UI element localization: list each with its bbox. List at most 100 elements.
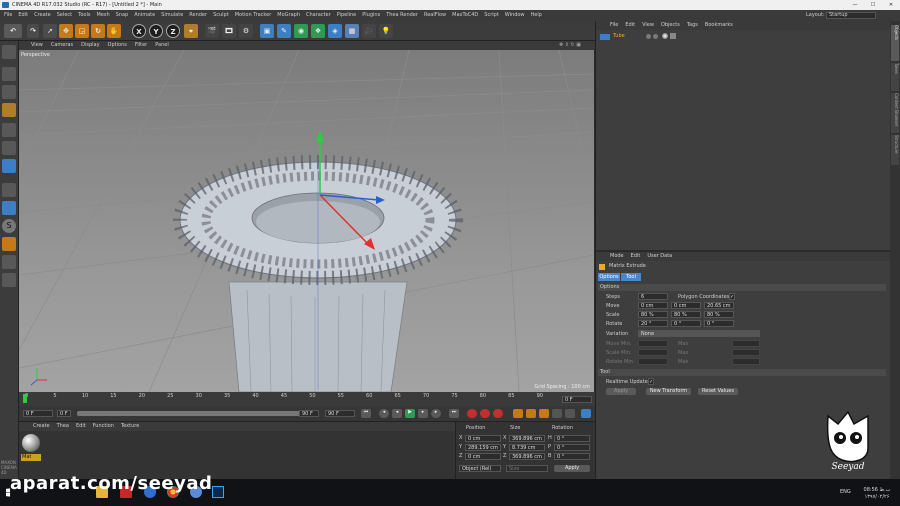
viewport-menu-view[interactable]: View <box>31 42 43 48</box>
model-mode-icon[interactable] <box>2 67 16 81</box>
viewport-menu-filter[interactable]: Filter <box>135 42 147 48</box>
clock-time[interactable]: 08:56 ب.ظ <box>862 487 892 493</box>
tab-tool[interactable]: Tool <box>621 273 641 281</box>
array-generator-icon[interactable]: ❖ <box>311 24 325 38</box>
key-position-icon[interactable] <box>513 409 523 418</box>
menu-thea-render[interactable]: Thea Render <box>386 12 418 18</box>
menu-maxtoc4d[interactable]: MaxToC4D <box>452 12 478 18</box>
object-menu-view[interactable]: View <box>642 22 654 28</box>
coord-rotation-field[interactable]: 0 ° <box>554 453 590 460</box>
goto-end-icon[interactable]: ⏭ <box>449 409 459 418</box>
timeline-ruler[interactable]: 051015202530354045505560657075808590 0 F <box>19 392 595 406</box>
coord-rotation-field[interactable]: 0 ° <box>554 444 590 451</box>
prev-frame-icon[interactable]: ◂ <box>392 409 402 418</box>
redo-icon[interactable]: ↷ <box>27 24 39 38</box>
timeline-window-icon[interactable] <box>581 409 591 418</box>
camera-icon[interactable]: 🎥 <box>362 24 376 38</box>
menu-motion-tracker[interactable]: Motion Tracker <box>235 12 272 18</box>
goto-start-icon[interactable]: ⏮ <box>361 409 371 418</box>
x-axis-lock-icon[interactable]: X <box>132 24 146 38</box>
rotate-tool-icon[interactable]: ↻ <box>91 24 105 38</box>
viewport-menu-display[interactable]: Display <box>81 42 99 48</box>
attribute-menu-edit[interactable]: Edit <box>631 253 641 259</box>
section-tool-header[interactable]: Tool <box>598 369 886 376</box>
side-tab-objects[interactable]: Objects <box>891 25 899 61</box>
object-menu-tags[interactable]: Tags <box>687 22 698 28</box>
move-z-field[interactable]: 20.65 cm <box>704 302 734 309</box>
rotate-z-field[interactable]: 0 ° <box>704 320 734 327</box>
menu-mograph[interactable]: MoGraph <box>277 12 300 18</box>
texture-mode-icon[interactable] <box>2 85 16 99</box>
visibility-editor-icon[interactable] <box>646 34 651 39</box>
menu-character[interactable]: Character <box>306 12 331 18</box>
coord-size-field[interactable]: 369.896 cm <box>509 453 545 460</box>
menu-realflow[interactable]: RealFlow <box>424 12 446 18</box>
menu-file[interactable]: File <box>4 12 12 18</box>
menu-help[interactable]: Help <box>531 12 542 18</box>
coord-apply-button[interactable]: Apply <box>554 465 590 472</box>
polygons-mode-icon[interactable] <box>2 159 16 173</box>
quantize-icon[interactable] <box>2 237 16 251</box>
key-pla-icon[interactable] <box>565 409 575 418</box>
scale-tool-icon[interactable]: ◲ <box>75 24 89 38</box>
key-scale-icon[interactable] <box>526 409 536 418</box>
menu-animate[interactable]: Animate <box>134 12 155 18</box>
rotate-y-field[interactable]: 0 ° <box>671 320 701 327</box>
menu-window[interactable]: Window <box>505 12 525 18</box>
side-tab-structure[interactable]: Structure <box>891 135 899 165</box>
viewport-menu-options[interactable]: Options <box>108 42 127 48</box>
maximize-button[interactable]: ☐ <box>864 0 882 10</box>
enable-axis-icon[interactable] <box>2 183 16 197</box>
coord-position-field[interactable]: 289.159 cm <box>465 444 501 451</box>
object-menu-objects[interactable]: Objects <box>661 22 680 28</box>
steps-field[interactable]: 6 <box>638 293 668 300</box>
tube-object[interactable] <box>173 155 463 392</box>
coord-rotation-field[interactable]: 0 ° <box>554 435 590 442</box>
timeline-end-field[interactable]: 0 F <box>562 396 592 403</box>
preview-range-slider[interactable] <box>77 411 317 416</box>
menu-pipeline[interactable]: Pipeline <box>337 12 357 18</box>
y-axis-lock-icon[interactable]: Y <box>149 24 163 38</box>
attribute-menu-mode[interactable]: Mode <box>610 253 624 259</box>
move-x-field[interactable]: 0 cm <box>638 302 668 309</box>
menu-tools[interactable]: Tools <box>78 12 90 18</box>
prev-key-icon[interactable]: ◂ <box>379 409 389 418</box>
menu-select[interactable]: Select <box>57 12 72 18</box>
scale-x-field[interactable]: 80 % <box>638 311 668 318</box>
object-menu-bookmarks[interactable]: Bookmarks <box>705 22 733 28</box>
move-tool-icon[interactable]: ✥ <box>59 24 73 38</box>
polygon-coordinates-checkbox[interactable]: ✓ <box>729 293 735 300</box>
side-tab-content-browser[interactable]: Content Browser <box>891 93 899 133</box>
workplane-lock-icon[interactable] <box>2 255 16 269</box>
coord-mode-select[interactable]: Object (Rel) <box>459 465 501 472</box>
material-name[interactable]: Mat <box>21 454 41 461</box>
z-axis-lock-icon[interactable]: Z <box>166 24 180 38</box>
scale-z-field[interactable]: 80 % <box>704 311 734 318</box>
apply-button[interactable]: Apply <box>606 388 636 395</box>
viewport-menu-panel[interactable]: Panel <box>155 42 169 48</box>
viewport-menu-cameras[interactable]: Cameras <box>51 42 73 48</box>
coord-size-field[interactable]: 8.739 cm <box>509 444 545 451</box>
subdivision-surface-icon[interactable]: ◉ <box>294 24 308 38</box>
recent-tools-icon[interactable]: ✋ <box>107 24 121 38</box>
material-menu-create[interactable]: Create <box>33 423 50 429</box>
menu-snap[interactable]: Snap <box>116 12 129 18</box>
play-icon[interactable]: ▶ <box>405 409 415 418</box>
floor-icon[interactable]: ▦ <box>345 24 359 38</box>
material-menu-texture[interactable]: Texture <box>121 423 139 429</box>
scale-y-field[interactable]: 80 % <box>671 311 701 318</box>
render-view-icon[interactable]: 🎬 <box>205 24 219 38</box>
render-settings-icon[interactable]: ⚙ <box>239 24 253 38</box>
viewport-nav-icons[interactable]: ✥ ⇕ ↻ ▣ <box>559 41 581 50</box>
coord-size-mode-select[interactable]: Size <box>506 465 548 472</box>
realtime-update-checkbox[interactable]: ✓ <box>648 378 654 385</box>
deformer-icon[interactable]: ◈ <box>328 24 342 38</box>
record-keys-icon[interactable] <box>467 409 477 418</box>
viewport-scene[interactable] <box>19 50 594 392</box>
key-parameter-icon[interactable] <box>552 409 562 418</box>
planar-workplane-icon[interactable] <box>2 273 16 287</box>
language-indicator[interactable]: ENG <box>840 489 851 495</box>
reset-values-button[interactable]: Reset Values <box>698 388 738 395</box>
key-rotation-icon[interactable] <box>539 409 549 418</box>
clock-date[interactable]: ۱۳۹۷/۰۲/۲۶ <box>862 494 892 500</box>
